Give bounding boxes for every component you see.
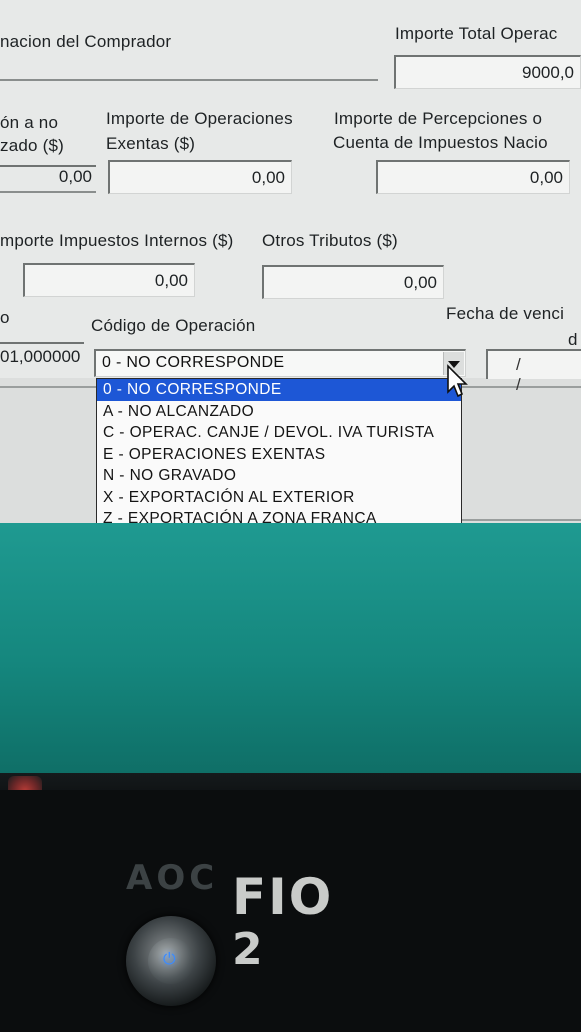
start-button[interactable] — [8, 776, 42, 790]
impuestos-internos-value: 0,00 — [154, 271, 188, 290]
exentas-field[interactable]: 0,00 — [108, 160, 292, 194]
taskbar — [0, 773, 581, 790]
no-gravado-label-1: ón a no — [0, 113, 59, 132]
exentas-label-1: Importe de Operaciones — [106, 109, 293, 128]
comprador-label: nacion del Comprador — [0, 32, 172, 51]
otros-tributos-value: 0,00 — [403, 273, 437, 292]
percepciones-label-1: Importe de Percepciones o — [334, 109, 543, 128]
sticker-text-2: 2 — [232, 924, 271, 975]
option-c[interactable]: C - OPERAC. CANJE / DEVOL. IVA TURISTA — [97, 422, 461, 444]
option-0[interactable]: 0 - NO CORRESPONDE — [97, 379, 461, 401]
fecha-venc-label-2: d — [568, 330, 578, 349]
divider-right-bottom — [462, 519, 581, 521]
codigo-operacion-selected: 0 - NO CORRESPONDE — [102, 354, 285, 371]
importe-total-value: 9000,0 — [522, 63, 574, 82]
screen: nacion del Comprador Importe Total Opera… — [0, 0, 581, 790]
sticker-text-1: FIO — [232, 868, 334, 926]
impuestos-internos-label: mporte Impuestos Internos ($) — [0, 231, 234, 250]
no-gravado-value: 0,00 — [58, 167, 92, 186]
otros-tributos-field[interactable]: 0,00 — [262, 265, 444, 299]
tipo-cambio-value: 01,000000 — [0, 347, 81, 366]
percepciones-value: 0,00 — [529, 168, 563, 187]
option-x[interactable]: X - EXPORTACIÓN AL EXTERIOR — [97, 487, 461, 509]
codigo-operacion-select[interactable]: 0 - NO CORRESPONDE — [94, 349, 466, 377]
percepciones-label-2: Cuenta de Impuestos Nacio — [333, 133, 548, 152]
option-a[interactable]: A - NO ALCANZADO — [97, 401, 461, 423]
exentas-value: 0,00 — [251, 168, 285, 187]
comprador-field[interactable] — [0, 53, 378, 81]
importe-total-field[interactable]: 9000,0 — [394, 55, 581, 89]
power-button-cap: ⏻ — [148, 938, 194, 984]
exentas-label-2: Exentas ($) — [106, 134, 196, 153]
tipo-cambio-label: o — [0, 308, 10, 327]
desktop-background — [0, 523, 581, 773]
option-e[interactable]: E - OPERACIONES EXENTAS — [97, 444, 461, 466]
no-gravado-label-2: zado ($) — [0, 136, 64, 155]
option-n[interactable]: N - NO GRAVADO — [97, 465, 461, 487]
fecha-venc-value: / / — [516, 355, 539, 394]
monitor-power-button[interactable]: ⏻ — [126, 916, 216, 1006]
codigo-operacion-label: Código de Operación — [91, 316, 256, 335]
percepciones-field[interactable]: 0,00 — [376, 160, 570, 194]
fecha-venc-field[interactable]: / / — [486, 349, 581, 394]
impuestos-internos-field[interactable]: 0,00 — [23, 263, 195, 297]
otros-tributos-label: Otros Tributos ($) — [262, 231, 398, 250]
fecha-venc-label-1: Fecha de venci — [446, 304, 565, 323]
power-icon: ⏻ — [163, 951, 176, 968]
importe-total-label: Importe Total Operac — [395, 24, 558, 43]
monitor-brand: AOC — [126, 858, 219, 898]
tipo-cambio-field[interactable]: 01,000000 — [0, 342, 84, 372]
no-gravado-field[interactable]: 0,00 — [0, 165, 96, 193]
codigo-operacion-options: 0 - NO CORRESPONDE A - NO ALCANZADO C - … — [96, 378, 462, 534]
mouse-cursor-icon — [447, 364, 468, 398]
divider-left — [0, 386, 96, 388]
